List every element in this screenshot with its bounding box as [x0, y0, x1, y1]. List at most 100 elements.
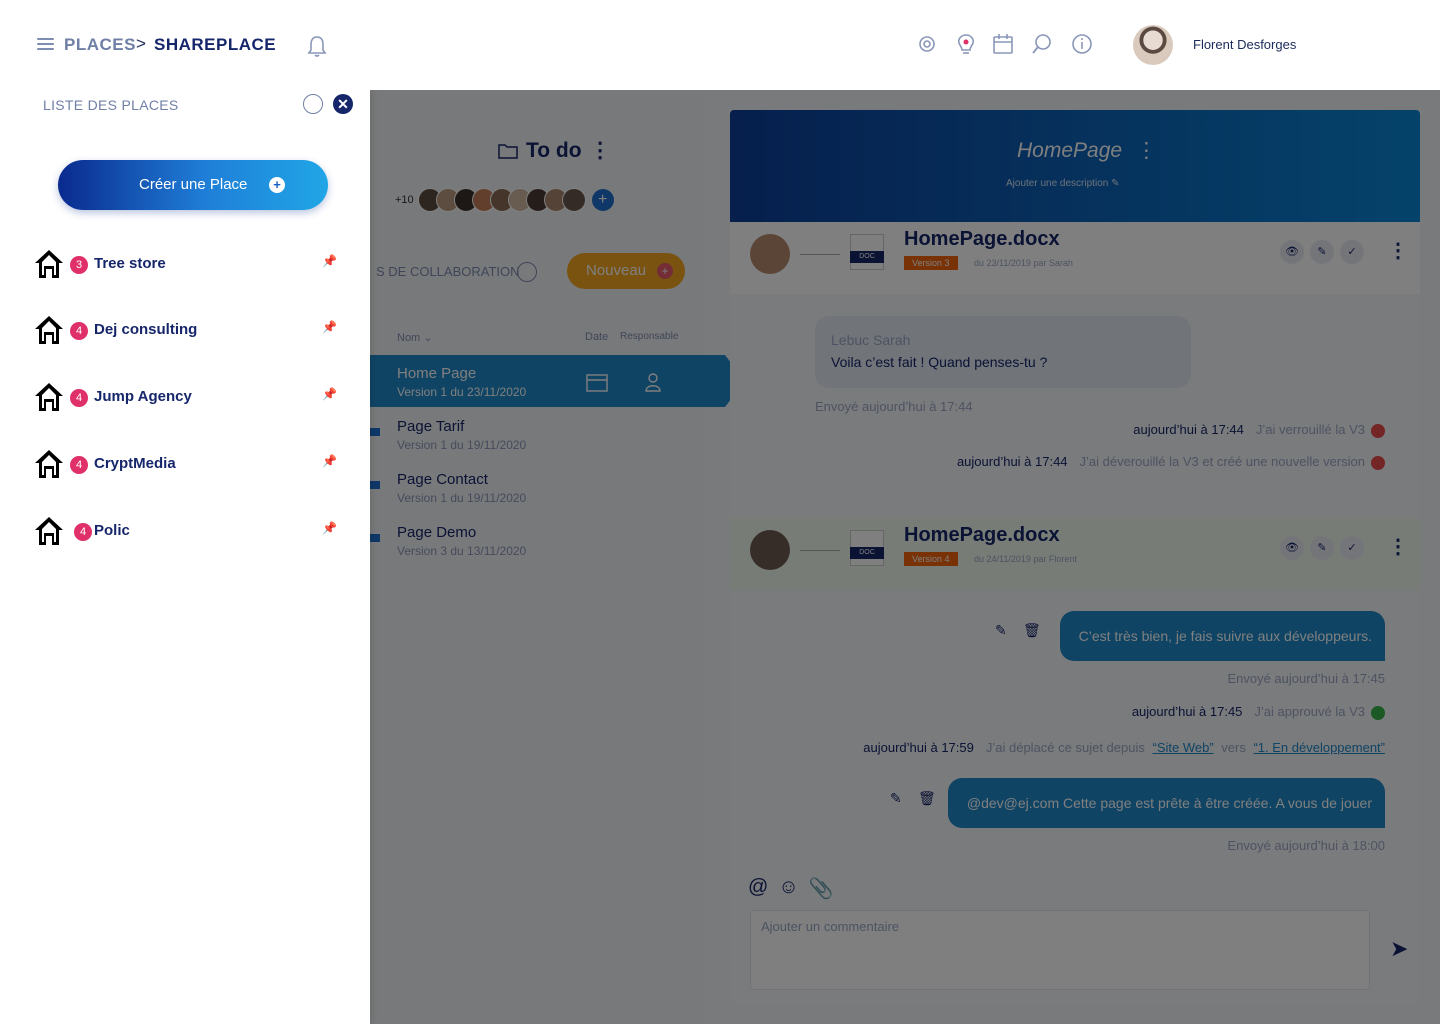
places-sidebar: LISTE DES PLACES ✕ Créer une Place + 3 T… — [0, 90, 370, 1024]
count-badge: 4 — [70, 456, 88, 474]
idea-icon[interactable] — [303, 94, 323, 114]
column-name[interactable]: Nom ⌄ — [397, 331, 433, 344]
file-name[interactable]: HomePage.docx — [904, 524, 1060, 547]
user-name[interactable]: Florent Desforges — [1193, 37, 1296, 52]
view-icon[interactable]: 👁 — [1280, 536, 1304, 560]
place-item[interactable]: 3 Tree store 📌 — [34, 248, 344, 282]
check-icon — [1371, 705, 1385, 720]
place-item[interactable]: 4 Dej consulting 📌 — [34, 314, 344, 348]
author-avatar — [750, 530, 790, 570]
close-icon[interactable]: ✕ — [333, 94, 353, 114]
attachment-icon[interactable]: 📎 — [809, 876, 834, 901]
document-row[interactable]: Page Tarif Version 1 du 19/11/2020 — [370, 408, 705, 460]
calendar-icon[interactable] — [992, 33, 1014, 55]
flag-icon — [370, 534, 380, 542]
document-name: Home Page — [397, 365, 477, 382]
more-icon[interactable]: ⋮ — [1388, 238, 1408, 263]
pin-icon[interactable]: 📌 — [322, 387, 337, 401]
pin-icon[interactable]: 📌 — [322, 521, 337, 535]
place-name: Dej consulting — [94, 321, 198, 338]
flag-icon — [370, 481, 380, 489]
edit-icon[interactable]: ✎ — [995, 622, 1007, 639]
document-row[interactable]: Home Page Version 1 du 23/11/2020 — [370, 355, 745, 407]
document-version: Version 1 du 19/11/2020 — [397, 491, 527, 505]
pin-icon[interactable]: 📌 — [322, 454, 337, 468]
more-icon[interactable]: ⋮ — [1136, 139, 1157, 162]
edit-icon[interactable]: ✎ — [1310, 536, 1334, 560]
more-icon[interactable]: ⋮ — [1388, 534, 1408, 559]
place-item[interactable]: 4 CryptMedia 📌 — [34, 448, 344, 482]
file-name[interactable]: HomePage.docx — [904, 228, 1060, 251]
house-icon — [35, 316, 63, 344]
sent-timestamp: Envoyé aujourd’hui à 17:45 — [1227, 671, 1385, 686]
document-name: Page Contact — [397, 471, 488, 488]
log-action: J’ai verrouillé la V3 — [1255, 422, 1365, 437]
house-icon — [35, 250, 63, 278]
mention-icon[interactable]: @ — [748, 876, 768, 901]
place-item[interactable]: 4 Jump Agency 📌 — [34, 381, 344, 415]
search-icon[interactable] — [1031, 33, 1053, 55]
create-place-button[interactable]: Créer une Place + — [58, 160, 328, 210]
user-avatar[interactable] — [1133, 25, 1173, 65]
todo-column: To do ⋮ +10 + S DE COLLABORATION Nouveau… — [370, 90, 745, 1024]
connector-line — [800, 254, 840, 255]
view-icon[interactable]: 👁 — [1280, 240, 1304, 264]
edit-icon[interactable]: ✎ — [890, 790, 902, 807]
todo-title: To do ⋮ — [498, 138, 611, 163]
log-time: aujourd’hui à 17:45 — [1131, 704, 1243, 719]
count-badge: 4 — [70, 322, 88, 340]
new-button[interactable]: Nouveau + — [567, 253, 685, 289]
info-icon[interactable] — [1071, 33, 1093, 55]
emoji-icon[interactable]: ☺ — [778, 876, 798, 901]
menu-icon[interactable] — [37, 38, 54, 51]
more-icon[interactable]: ⋮ — [590, 138, 611, 163]
bell-icon[interactable] — [306, 34, 328, 58]
description-placeholder[interactable]: Ajouter une description ✎ — [1006, 178, 1119, 189]
settings-icon[interactable] — [916, 33, 938, 55]
activity-log: aujourd’hui à 17:44 J’ai déverouillé la V… — [957, 454, 1385, 470]
document-row[interactable]: Page Contact Version 1 du 19/11/2020 — [370, 461, 705, 513]
connector-line — [800, 550, 840, 551]
calendar-icon[interactable] — [586, 372, 608, 392]
pin-icon[interactable]: 📌 — [322, 254, 337, 268]
breadcrumb-places[interactable]: PLACES — [64, 35, 136, 55]
to-link[interactable]: “1. En développement” — [1253, 740, 1385, 755]
document-row[interactable]: Page Demo Version 3 du 13/11/2020 — [370, 514, 705, 566]
sent-timestamp: Envoyé aujourd’hui à 17:44 — [815, 399, 973, 414]
count-badge: 4 — [74, 523, 92, 541]
user-icon[interactable] — [644, 371, 662, 393]
members-row[interactable]: +10 + — [395, 188, 614, 212]
house-icon — [35, 383, 63, 411]
message-text: Voila c’est fait ! Quand penses-tu ? — [831, 354, 1048, 370]
outgoing-message: @dev@ej.com Cette page est prête à être … — [947, 778, 1385, 828]
sidebar-title: LISTE DES PLACES — [43, 97, 179, 113]
activity-log: aujourd’hui à 17:59 J’ai déplacé ce sujet… — [863, 740, 1385, 755]
idea-icon[interactable] — [517, 262, 537, 282]
edit-icon[interactable]: ✎ — [1310, 240, 1334, 264]
create-place-label: Créer une Place — [139, 176, 248, 193]
pin-icon[interactable]: 📌 — [322, 320, 337, 334]
place-name: Jump Agency — [94, 388, 192, 405]
file-card: DOC HomePage.docx Version 3 du 23/11/201… — [730, 222, 1420, 294]
document-name: Page Demo — [397, 524, 477, 541]
detail-title-text: HomePage — [1017, 139, 1123, 162]
trash-icon[interactable]: 🗑 — [918, 790, 936, 807]
file-card: DOC HomePage.docx Version 4 du 24/11/201… — [730, 518, 1420, 590]
idea-icon[interactable] — [955, 33, 977, 57]
from-link[interactable]: “Site Web” — [1152, 740, 1213, 755]
comment-input[interactable]: Ajouter un commentaire — [750, 910, 1370, 990]
log-action: J’ai déverouillé la V3 et créé une nouve… — [1079, 454, 1365, 469]
version-badge: Version 3 — [904, 256, 958, 270]
send-icon[interactable]: ➤ — [1390, 936, 1408, 962]
house-icon — [35, 517, 63, 545]
trash-icon[interactable]: 🗑 — [1023, 622, 1041, 639]
approve-icon[interactable]: ✓ — [1340, 240, 1364, 264]
log-action: J’ai déplacé ce sujet depuis — [985, 740, 1145, 755]
count-badge: 4 — [70, 389, 88, 407]
column-owner[interactable]: Responsable — [620, 331, 678, 342]
approve-icon[interactable]: ✓ — [1340, 536, 1364, 560]
place-item[interactable]: 4 Polic 📌 — [34, 515, 344, 549]
document-version: Version 1 du 23/11/2020 — [397, 385, 527, 399]
add-member-button[interactable]: + — [591, 189, 614, 211]
column-date[interactable]: Date — [585, 331, 608, 343]
